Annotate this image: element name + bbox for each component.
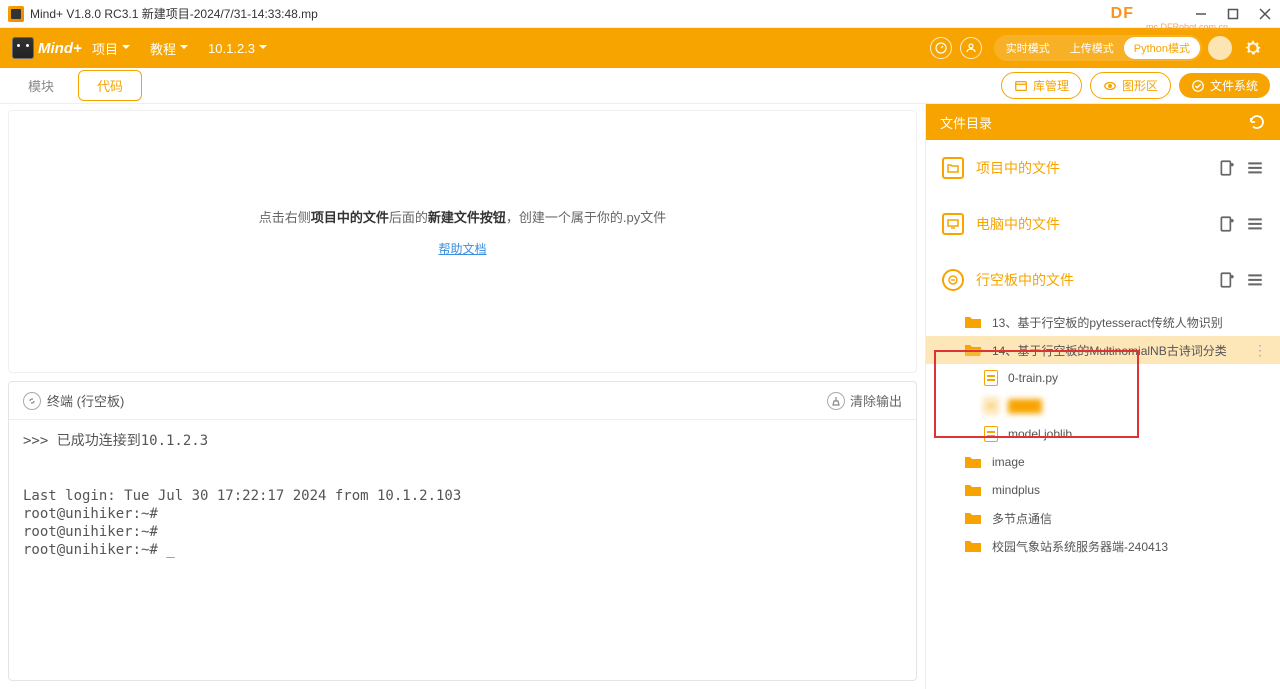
tree-folder[interactable]: mindplus (926, 476, 1280, 504)
file-panel-title: 文件目录 (940, 113, 992, 132)
section-computer-files[interactable]: 电脑中的文件 (926, 196, 1280, 252)
section-project-files[interactable]: 项目中的文件 (926, 140, 1280, 196)
editor-placeholder: 点击右侧项目中的文件后面的新建文件按钮，创建一个属于你的.py文件 帮助文档 (9, 207, 916, 257)
file-icon (984, 370, 998, 386)
tab-blocks[interactable]: 模块 (10, 71, 72, 100)
app-logo: Mind+ (12, 35, 82, 61)
menu-ip[interactable]: 10.1.2.3 (198, 41, 277, 56)
link-icon (23, 392, 41, 410)
graphics-area-button[interactable]: 图形区 (1090, 72, 1171, 99)
tab-code[interactable]: 代码 (78, 70, 142, 101)
folder-icon (964, 483, 982, 497)
tree-file[interactable]: 0-train.py (926, 364, 1280, 392)
more-icon[interactable]: ⋮ (1253, 342, 1268, 359)
menu-project[interactable]: 项目 (82, 39, 140, 58)
check-circle-icon (1191, 79, 1205, 93)
broom-icon (827, 392, 845, 410)
dashboard-icon[interactable] (930, 37, 952, 59)
tree-folder-selected[interactable]: 14、基于行空板的MultinomialNB古诗词分类⋮ (926, 336, 1280, 364)
clear-output-button[interactable]: 清除输出 (827, 391, 902, 410)
tree-file-blurred[interactable]: ████ (926, 392, 1280, 420)
tree-folder[interactable]: image (926, 448, 1280, 476)
window-titlebar: Mind+ V1.8.0 RC3.1 新建项目-2024/7/31-14:33:… (0, 0, 1280, 28)
tree-folder[interactable]: 校园气象站系统服务器端-240413 (926, 532, 1280, 560)
terminal-output[interactable]: >>> 已成功连接到10.1.2.3 Last login: Tue Jul 3… (9, 420, 916, 680)
close-button[interactable] (1258, 7, 1272, 21)
minimize-button[interactable] (1194, 7, 1208, 21)
watermark-url: mc.DFRobot.com.cn (1146, 22, 1228, 32)
new-file-icon[interactable] (1218, 215, 1236, 233)
mode-realtime-button[interactable]: 实时模式 (996, 37, 1060, 59)
new-file-icon[interactable] (1218, 159, 1236, 177)
watermark: DF (1111, 5, 1134, 23)
file-panel: 文件目录 项目中的文件 电脑中的文件 行空板中的文件 13、基于行空板的pyte… (925, 104, 1280, 689)
window-title: Mind+ V1.8.0 RC3.1 新建项目-2024/7/31-14:33:… (30, 5, 318, 22)
terminal-panel: 终端 (行空板) 清除输出 >>> 已成功连接到10.1.2.3 Last lo… (8, 381, 917, 681)
main-toolbar: Mind+ 项目 教程 10.1.2.3 实时模式 上传模式 Python模式 (0, 28, 1280, 68)
library-manager-button[interactable]: 库管理 (1001, 72, 1082, 99)
menu-icon[interactable] (1246, 271, 1264, 289)
folder-icon (964, 455, 982, 469)
new-file-icon[interactable] (1218, 271, 1236, 289)
help-link[interactable]: 帮助文档 (9, 240, 916, 257)
app-icon (8, 6, 24, 22)
chevron-down-icon (259, 41, 267, 56)
tree-file[interactable]: model.joblib (926, 420, 1280, 448)
settings-icon[interactable] (1242, 37, 1264, 59)
menu-icon[interactable] (1246, 159, 1264, 177)
books-icon (1014, 79, 1028, 93)
menu-tutorial[interactable]: 教程 (140, 39, 198, 58)
mode-upload-button[interactable]: 上传模式 (1060, 37, 1124, 59)
board-icon (942, 269, 964, 291)
terminal-title: 终端 (行空板) (47, 391, 124, 410)
tree-folder[interactable]: 13、基于行空板的pytesseract传统人物识别 (926, 308, 1280, 336)
mode-switcher: 实时模式 上传模式 Python模式 (994, 35, 1202, 61)
section-board-files[interactable]: 行空板中的文件 (926, 252, 1280, 308)
eye-icon (1103, 79, 1117, 93)
folder-icon (964, 539, 982, 553)
folder-icon (942, 157, 964, 179)
chevron-down-icon (180, 41, 188, 56)
user-icon[interactable] (960, 37, 982, 59)
file-icon (984, 398, 998, 414)
file-icon (984, 426, 998, 442)
monitor-icon (942, 213, 964, 235)
editor-area: 点击右侧项目中的文件后面的新建文件按钮，创建一个属于你的.py文件 帮助文档 (8, 110, 917, 373)
maximize-button[interactable] (1226, 7, 1240, 21)
tree-folder[interactable]: 多节点通信 (926, 504, 1280, 532)
chevron-down-icon (122, 41, 130, 56)
folder-icon (964, 315, 982, 329)
mode-python-button[interactable]: Python模式 (1124, 37, 1200, 59)
menu-icon[interactable] (1246, 215, 1264, 233)
folder-icon (964, 511, 982, 525)
avatar[interactable] (1208, 36, 1232, 60)
folder-open-icon (964, 343, 982, 357)
subbar: 模块 代码 库管理 图形区 文件系统 (0, 68, 1280, 104)
refresh-icon[interactable] (1248, 113, 1266, 131)
file-system-button[interactable]: 文件系统 (1179, 73, 1270, 98)
